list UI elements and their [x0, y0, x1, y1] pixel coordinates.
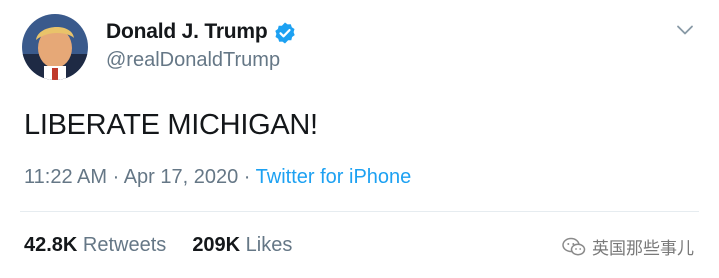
meta-separator: · — [238, 166, 256, 188]
tweet-text: LIBERATE MICHIGAN! — [24, 109, 318, 141]
retweets-count: 42.8K — [24, 234, 78, 256]
tweet-card: Donald J. Trump @realDonaldTrump LIBERAT… — [0, 0, 719, 278]
chevron-down-icon[interactable] — [675, 20, 695, 40]
wechat-icon — [562, 237, 586, 255]
divider — [20, 211, 699, 212]
retweets-stat[interactable]: 42.8K Retweets — [24, 234, 166, 256]
likes-stat[interactable]: 209K Likes — [192, 234, 292, 256]
tweet-date[interactable]: Apr 17, 2020 — [124, 166, 239, 188]
tweet-source-link[interactable]: Twitter for iPhone — [256, 166, 412, 188]
watermark: 英国那些事儿 — [562, 234, 694, 259]
tweet-time[interactable]: 11:22 AM — [24, 166, 107, 188]
display-name[interactable]: Donald J. Trump — [106, 20, 268, 44]
user-handle[interactable]: @realDonaldTrump — [106, 49, 280, 72]
watermark-text: 英国那些事儿 — [592, 239, 694, 258]
avatar[interactable] — [22, 14, 88, 80]
retweets-label: Retweets — [77, 234, 167, 256]
tweet-stats: 42.8K Retweets 209K Likes — [24, 234, 292, 257]
tweet-meta: 11:22 AM · Apr 17, 2020 · Twitter for iP… — [24, 166, 411, 189]
meta-separator: · — [107, 166, 124, 188]
avatar-image — [22, 14, 88, 80]
likes-count: 209K — [192, 234, 241, 256]
verified-badge-icon — [275, 22, 295, 44]
likes-label: Likes — [240, 234, 293, 256]
